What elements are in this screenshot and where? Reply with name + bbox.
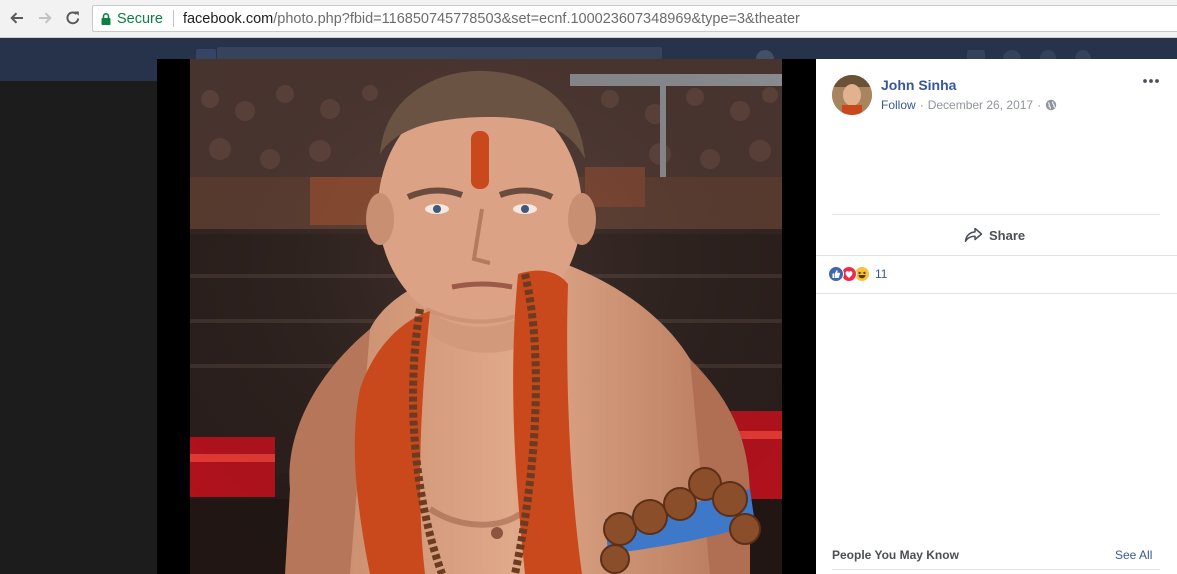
address-bar[interactable]: Secure facebook.com/photo.php?fbid=11685… xyxy=(92,5,1177,32)
share-button[interactable]: Share xyxy=(964,225,1025,245)
more-options-icon[interactable] xyxy=(1141,74,1161,88)
lock-icon xyxy=(101,12,111,25)
divider xyxy=(832,214,1160,215)
divider xyxy=(816,293,1177,294)
share-arrow-icon xyxy=(964,227,983,243)
post-details-panel: John Sinha Follow · December 26, 2017 · … xyxy=(816,59,1177,574)
people-you-may-know-heading: People You May Know xyxy=(832,548,959,562)
omnibox-divider xyxy=(172,10,174,27)
globe-icon[interactable] xyxy=(1045,99,1057,111)
dimmed-background xyxy=(0,81,157,574)
photo-viewer[interactable] xyxy=(157,59,816,574)
like-reaction-icon xyxy=(828,266,844,282)
post-photo xyxy=(190,59,782,574)
post-meta: Follow · December 26, 2017 · xyxy=(881,98,1057,112)
author-avatar[interactable] xyxy=(832,75,872,115)
url-path: /photo.php?fbid=116850745778503&set=ecnf… xyxy=(273,10,800,27)
post-date[interactable]: December 26, 2017 xyxy=(928,98,1033,112)
divider xyxy=(816,255,1177,256)
follow-link[interactable]: Follow xyxy=(881,98,916,112)
url-domain: facebook.com xyxy=(182,10,274,27)
reactions-summary[interactable]: 11 xyxy=(828,266,887,282)
reload-icon[interactable] xyxy=(62,7,84,29)
meta-separator: · xyxy=(1037,98,1042,112)
reaction-count[interactable]: 11 xyxy=(875,267,887,281)
see-all-link[interactable]: See All xyxy=(1115,548,1152,562)
back-arrow-icon[interactable] xyxy=(6,7,28,29)
author-name[interactable]: John Sinha xyxy=(881,77,956,93)
share-label: Share xyxy=(989,227,1026,243)
secure-label: Secure xyxy=(117,10,163,27)
browser-toolbar: Secure facebook.com/photo.php?fbid=11685… xyxy=(0,0,1177,38)
meta-separator: · xyxy=(919,98,924,112)
forward-arrow-icon[interactable] xyxy=(34,7,56,29)
divider xyxy=(832,569,1160,570)
